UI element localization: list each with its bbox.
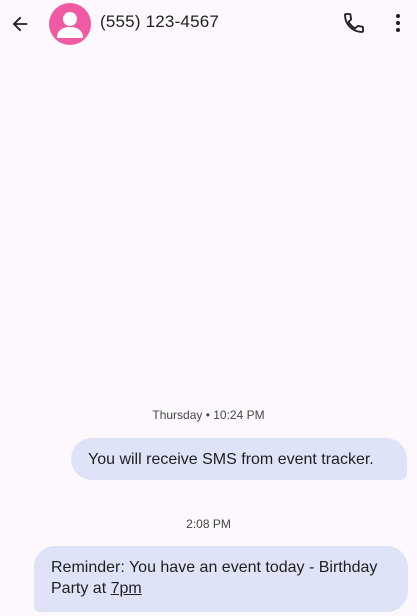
conversation-title[interactable]: (555) 123-4567: [100, 12, 219, 32]
more-options-button[interactable]: [385, 9, 411, 37]
contact-avatar[interactable]: [49, 3, 91, 45]
back-button[interactable]: [6, 10, 34, 38]
message-timestamp: Thursday • 10:24 PM: [152, 408, 265, 422]
person-icon: [57, 12, 83, 38]
message-text: Reminder: You have an event today - Birt…: [51, 559, 378, 597]
messaging-app: (555) 123-4567 Thursday • 10:24 PM You w…: [0, 0, 417, 616]
top-app-bar: (555) 123-4567: [0, 0, 417, 48]
message-timestamp: 2:08 PM: [186, 517, 231, 531]
more-vert-icon: [396, 14, 400, 32]
phone-icon: [344, 13, 364, 33]
call-button[interactable]: [340, 9, 368, 37]
outgoing-message-bubble[interactable]: You will receive SMS from event tracker.: [71, 438, 407, 480]
incoming-message-bubble[interactable]: Reminder: You have an event today - Birt…: [34, 546, 408, 612]
message-thread[interactable]: Thursday • 10:24 PM You will receive SMS…: [0, 48, 417, 616]
message-text: You will receive SMS from event tracker.: [88, 451, 374, 468]
time-link[interactable]: 7pm: [111, 580, 142, 597]
arrow-back-icon: [12, 16, 28, 32]
